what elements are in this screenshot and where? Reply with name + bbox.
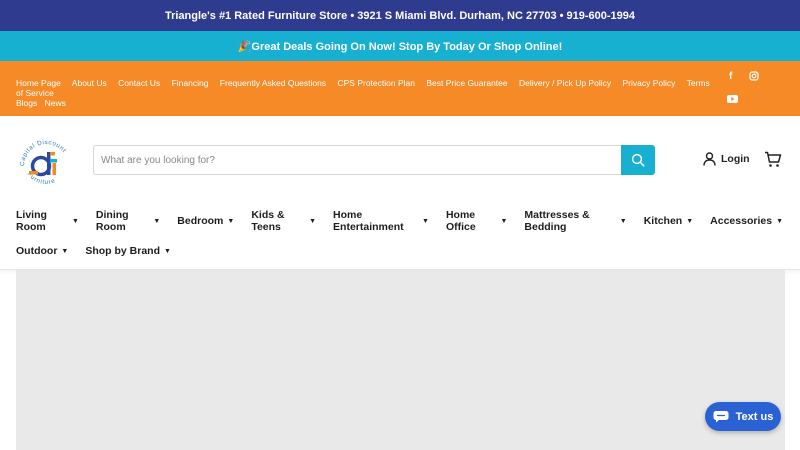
nav-kitchen[interactable]: Kitchen ▼ <box>644 209 693 233</box>
utility-link-financing[interactable]: Financing <box>172 78 209 88</box>
nav-label[interactable]: Shop by Brand <box>85 245 160 257</box>
facebook-icon[interactable]: f <box>729 71 732 82</box>
main-nav-row-1: Living Room ▼ Dining Room ▼ Bedroom ▼ Kids … <box>16 209 800 233</box>
utility-link-home[interactable]: Home Page <box>16 78 61 88</box>
nav-kids-teens[interactable]: Kids & Teens ▼ <box>251 209 316 233</box>
announcement-bar: Triangle's #1 Rated Furniture Store • 39… <box>0 0 800 31</box>
nav-label[interactable]: Dining Room <box>96 209 149 233</box>
nav-accessories[interactable]: Accessories ▼ <box>710 209 783 233</box>
text-us-label[interactable]: Text us <box>736 411 774 423</box>
text-us-button[interactable]: Text us <box>705 402 781 431</box>
svg-text:Capital Discount: Capital Discount <box>19 139 68 166</box>
nav-outdoor[interactable]: Outdoor ▼ <box>16 245 68 257</box>
utility-link-cps[interactable]: CPS Protection Plan <box>337 78 414 88</box>
utility-link-blogs[interactable]: Blogs <box>16 98 37 108</box>
chevron-down-icon: ▼ <box>309 217 317 225</box>
logo-arc-top: Capital Discount <box>19 139 67 166</box>
chevron-down-icon: ▼ <box>153 217 161 225</box>
search-button[interactable] <box>621 145 655 175</box>
deals-text[interactable]: 🎉Great Deals Going On Now! Stop By Today… <box>238 40 563 53</box>
utility-link-news[interactable]: News <box>45 98 66 108</box>
login-button[interactable]: Login <box>703 152 750 166</box>
nav-label[interactable]: Mattresses & Bedding <box>524 209 615 233</box>
nav-living-room[interactable]: Living Room ▼ <box>16 209 79 233</box>
nav-label[interactable]: Home Entertainment <box>333 209 418 233</box>
nav-label[interactable]: Bedroom <box>177 215 223 227</box>
site-header: Capital Discount Furniture What are you … <box>0 116 800 270</box>
store-logo[interactable]: Capital Discount Furniture <box>16 134 76 194</box>
login-label[interactable]: Login <box>721 153 750 165</box>
search-placeholder: What are you looking for? <box>101 154 215 166</box>
utility-link-privacy[interactable]: Privacy Policy <box>622 78 675 88</box>
nav-label[interactable]: Kitchen <box>644 215 683 227</box>
search-icon <box>631 153 645 167</box>
chevron-down-icon: ▼ <box>776 217 783 225</box>
deals-bar[interactable]: 🎉Great Deals Going On Now! Stop By Today… <box>0 31 800 61</box>
nav-label[interactable]: Home Office <box>446 209 497 233</box>
youtube-icon[interactable] <box>727 95 738 106</box>
nav-label[interactable]: Kids & Teens <box>251 209 305 233</box>
nav-bedroom[interactable]: Bedroom ▼ <box>177 209 234 233</box>
utility-link-delivery[interactable]: Delivery / Pick Up Policy <box>519 78 611 88</box>
utility-link-about[interactable]: About Us <box>72 78 107 88</box>
chevron-down-icon: ▼ <box>500 217 508 225</box>
utility-bar: Home Page About Us Contact Us Financing … <box>0 61 800 116</box>
search-input[interactable]: What are you looking for? <box>93 145 621 175</box>
chevron-down-icon: ▼ <box>619 217 627 225</box>
nav-home-office[interactable]: Home Office ▼ <box>446 209 507 233</box>
nav-mattresses-bedding[interactable]: Mattresses & Bedding ▼ <box>524 209 626 233</box>
utility-links: Home Page About Us Contact Us Financing … <box>16 78 716 108</box>
utility-link-contact[interactable]: Contact Us <box>118 78 160 88</box>
nav-shop-by-brand[interactable]: Shop by Brand ▼ <box>85 245 171 257</box>
user-icon <box>703 152 716 166</box>
nav-home-entertainment[interactable]: Home Entertainment ▼ <box>333 209 429 233</box>
chevron-down-icon: ▼ <box>686 217 694 225</box>
cart-icon <box>765 151 782 167</box>
nav-dining-room[interactable]: Dining Room ▼ <box>96 209 160 233</box>
chat-icon <box>713 411 729 423</box>
utility-link-faq[interactable]: Frequently Asked Questions <box>220 78 326 88</box>
main-nav-row-2: Outdoor ▼ Shop by Brand ▼ <box>16 245 188 257</box>
cart-button[interactable] <box>764 151 782 173</box>
chevron-down-icon: ▼ <box>422 217 429 225</box>
nav-label[interactable]: Living Room <box>16 209 68 233</box>
nav-label[interactable]: Accessories <box>710 215 772 227</box>
chevron-down-icon: ▼ <box>71 217 79 225</box>
utility-link-price-guarantee[interactable]: Best Price Guarantee <box>426 78 507 88</box>
instagram-icon[interactable] <box>749 71 759 84</box>
chevron-down-icon: ▼ <box>164 247 171 255</box>
chevron-down-icon: ▼ <box>61 247 69 255</box>
hero-placeholder <box>16 270 785 450</box>
chevron-down-icon: ▼ <box>227 217 235 225</box>
announcement-text: Triangle's #1 Rated Furniture Store • 39… <box>164 9 636 22</box>
nav-label[interactable]: Outdoor <box>16 245 57 257</box>
